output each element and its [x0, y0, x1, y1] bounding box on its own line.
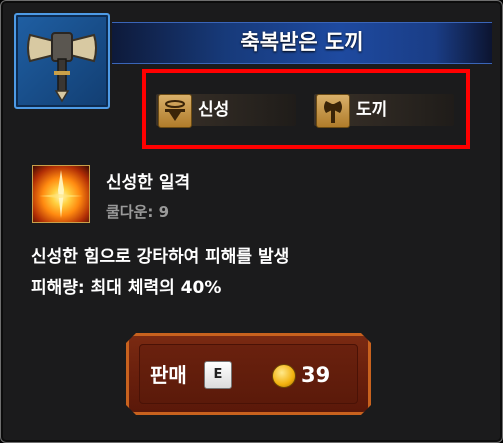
description-line: 신성한 힘으로 강타하여 피해를 발생 — [31, 247, 290, 267]
sell-label: 판매 — [150, 363, 187, 387]
description-line: 피해량: 최대 체력의 40% — [31, 278, 222, 298]
double-axe-icon — [27, 32, 97, 103]
sell-price: 39 — [301, 363, 331, 387]
hotkey-badge: E — [204, 361, 232, 389]
tag-axe: 도끼 — [314, 94, 454, 128]
tag-holy: 신성 — [156, 94, 296, 128]
gold-coin-icon — [272, 364, 296, 388]
skill-cooldown: 쿨다운: 9 — [106, 203, 170, 221]
tag-label: 도끼 — [356, 100, 388, 120]
item-title: 축복받은 도끼 — [240, 30, 364, 54]
axe-icon — [316, 94, 350, 128]
tag-label: 신성 — [198, 100, 230, 120]
skill-name: 신성한 일격 — [106, 173, 191, 193]
item-icon-frame — [14, 13, 110, 109]
holy-strike-icon — [32, 165, 90, 223]
holy-icon — [158, 94, 192, 128]
